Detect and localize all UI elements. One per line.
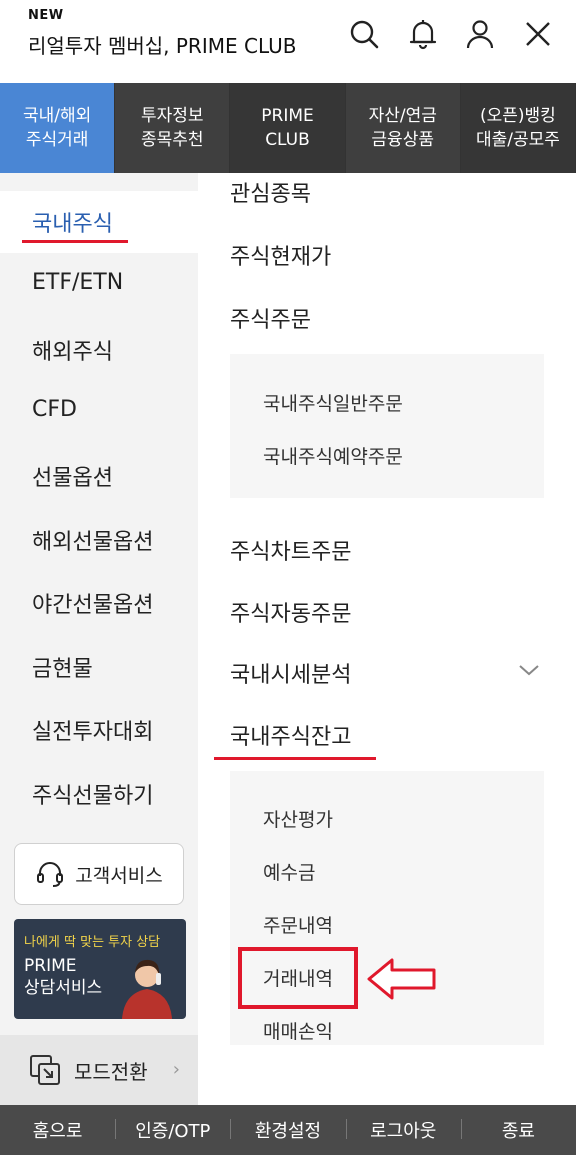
- bottom-exit-button[interactable]: 종료: [460, 1117, 576, 1143]
- bottom-logout-button[interactable]: 로그아웃: [345, 1117, 461, 1143]
- promo-title-line1: PRIME: [24, 956, 77, 976]
- menu-watchlist[interactable]: 관심종목: [230, 176, 311, 208]
- sidebar-item-domestic-stock[interactable]: 국내주식: [32, 206, 113, 238]
- highlight-box: [238, 947, 358, 1009]
- sidebar-item-futures-options[interactable]: 선물옵션: [32, 460, 113, 492]
- mode-switch-icon: [30, 1055, 60, 1085]
- new-badge: NEW: [28, 8, 64, 23]
- search-icon[interactable]: [348, 18, 380, 50]
- menu-current-price[interactable]: 주식현재가: [230, 239, 331, 271]
- tab-prime-club[interactable]: PRIME CLUB: [230, 83, 346, 173]
- user-icon[interactable]: [464, 18, 496, 50]
- sidebar-item-cfd[interactable]: CFD: [32, 397, 77, 422]
- tab-asset-pension[interactable]: 자산/연금 금융상품: [345, 83, 461, 173]
- submenu-trade-profit[interactable]: 매매손익: [263, 1017, 333, 1044]
- sidebar-item-overseas-futures[interactable]: 해외선물옵션: [32, 524, 153, 556]
- sidebar-item-stock-gift[interactable]: 주식선물하기: [32, 778, 153, 810]
- bottom-auth-otp-button[interactable]: 인증/OTP: [115, 1117, 230, 1143]
- chevron-down-icon[interactable]: [518, 659, 540, 681]
- sidebar-item-overseas-stock[interactable]: 해외주식: [32, 334, 113, 366]
- submenu-deposit[interactable]: 예수금: [263, 858, 315, 885]
- submenu-order-history[interactable]: 주문내역: [263, 911, 333, 938]
- left-sidebar: 국내주식 ETF/ETN 해외주식 CFD 선물옵션 해외선물옵션 야간선물옵션…: [0, 173, 198, 1105]
- customer-service-button[interactable]: 고객서비스: [14, 843, 184, 905]
- tab-domestic-overseas-stock[interactable]: 국내/해외 주식거래: [0, 83, 116, 173]
- sidebar-item-contest[interactable]: 실전투자대회: [32, 714, 153, 746]
- consultant-illustration: [122, 959, 172, 1019]
- top-category-nav: 국내/해외 주식거래 투자정보 종목추천 PRIME CLUB 자산/연금 금융…: [0, 83, 576, 173]
- active-underline: [214, 757, 376, 760]
- submenu-reserved-order[interactable]: 국내주식예약주문: [263, 442, 403, 469]
- menu-market-analysis[interactable]: 국내시세분석: [230, 657, 351, 689]
- order-submenu-box: 국내주식일반주문 국내주식예약주문: [230, 354, 544, 498]
- bottom-home-button[interactable]: 홈으로: [0, 1117, 115, 1143]
- tab-open-banking[interactable]: (오픈)뱅킹 대출/공모주: [460, 83, 576, 173]
- bottom-settings-button[interactable]: 환경설정: [230, 1117, 345, 1143]
- menu-stock-order[interactable]: 주식주문: [230, 302, 311, 334]
- sidebar-item-night-futures[interactable]: 야간선물옵션: [32, 587, 153, 619]
- active-underline: [22, 240, 128, 243]
- headset-icon: [37, 862, 64, 887]
- mode-switch-label: 모드전환: [74, 1059, 148, 1084]
- menu-domestic-balance[interactable]: 국내주식잔고: [230, 719, 351, 751]
- submenu-panel: 관심종목 주식현재가 주식주문 국내주식일반주문 국내주식예약주문 주식차트주문…: [198, 173, 576, 1105]
- submenu-general-order[interactable]: 국내주식일반주문: [263, 389, 403, 416]
- brand-title[interactable]: 리얼투자 멤버십, PRIME CLUB: [28, 30, 296, 59]
- sidebar-item-etf-etn[interactable]: ETF/ETN: [32, 270, 123, 295]
- promo-title-line2: 상담서비스: [24, 978, 103, 998]
- promo-title: PRIME 상담서비스: [24, 955, 102, 999]
- close-icon[interactable]: [522, 18, 554, 50]
- promo-tagline: 나에게 딱 맞는 투자 상담: [24, 935, 161, 950]
- sidebar-item-gold[interactable]: 금현물: [32, 651, 93, 683]
- left-arrow-annotation: [367, 958, 436, 1000]
- chevron-right-icon: ›: [172, 1059, 180, 1080]
- prime-consult-banner[interactable]: 나에게 딱 맞는 투자 상담 PRIME 상담서비스: [14, 919, 186, 1019]
- tab-investment-info[interactable]: 투자정보 종목추천: [115, 83, 231, 173]
- mode-switch-row[interactable]: 모드전환 ›: [0, 1035, 198, 1105]
- menu-chart-order[interactable]: 주식차트주문: [230, 534, 351, 566]
- submenu-asset-valuation[interactable]: 자산평가: [263, 805, 333, 832]
- bottom-bar: 홈으로 인증/OTP 환경설정 로그아웃 종료: [0, 1105, 576, 1155]
- bell-icon[interactable]: [407, 18, 439, 50]
- app-header: NEW 리얼투자 멤버십, PRIME CLUB: [0, 0, 576, 83]
- customer-service-label: 고객서비스: [75, 864, 163, 887]
- menu-auto-order[interactable]: 주식자동주문: [230, 596, 351, 628]
